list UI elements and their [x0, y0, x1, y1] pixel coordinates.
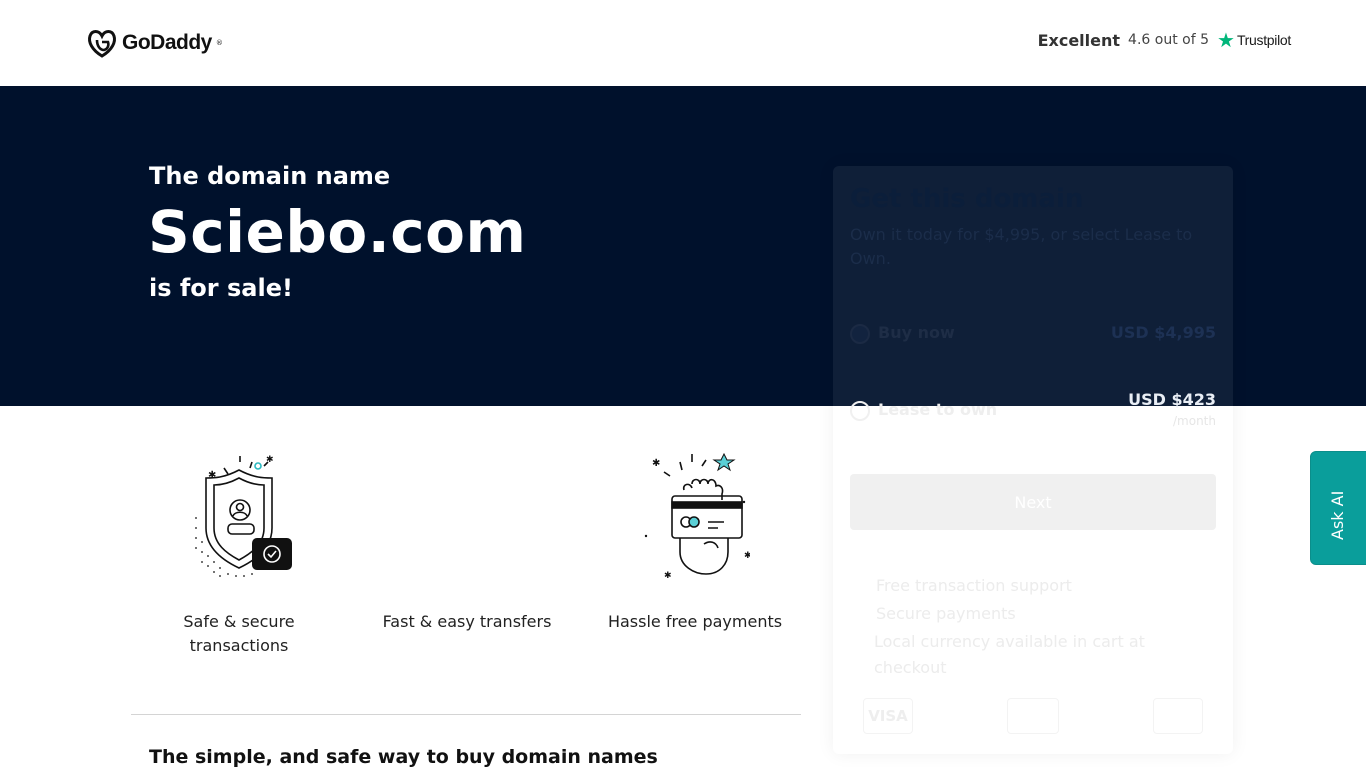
trustpilot-name: Trustpilot — [1236, 32, 1291, 48]
svg-text:✱: ✱ — [664, 571, 672, 581]
feature-item: Free transaction support — [876, 576, 1072, 595]
shield-check-icon: ✱ ✱ — [195, 455, 292, 577]
godaddy-logo[interactable]: GoDaddy ® — [86, 28, 223, 58]
option-price: USD $4,995 — [1110, 323, 1216, 342]
trustpilot-rating[interactable]: Excellent 4.6 out of 5 ★ Trustpilot — [1037, 30, 1292, 50]
amex-logo — [1007, 698, 1059, 734]
svg-text:✱: ✱ — [266, 455, 274, 465]
card-title: Get this domain — [850, 184, 1084, 214]
svg-text:✱: ✱ — [652, 458, 660, 469]
option-label: Buy now — [878, 323, 955, 342]
feature-item: Local currency available in cart at chec… — [874, 632, 1145, 677]
perk-label: Fast & easy transfers — [382, 612, 552, 631]
hero-posttitle: is for sale! — [149, 274, 293, 302]
radio-icon[interactable] — [850, 401, 870, 421]
section-title: The simple, and safe way to buy domain n… — [149, 746, 658, 768]
svg-text:✱: ✱ — [208, 470, 216, 481]
section-divider — [131, 714, 801, 715]
card-subtitle: Own it today for $4,995, or select Lease… — [850, 225, 1193, 268]
card-hand-icon: ✱ ✱ ✱ — [644, 452, 750, 581]
svg-text:✱: ✱ — [744, 551, 750, 561]
perk-safe-secure: ✱ ✱ Safe & secure transactions — [139, 448, 339, 655]
hero-pretitle: The domain name — [149, 162, 391, 190]
discover-logo — [1153, 698, 1203, 734]
option-unit: /month — [1173, 414, 1216, 428]
next-button[interactable]: Next — [850, 474, 1216, 530]
purchase-card: Get this domain Own it today for $4,995,… — [833, 166, 1233, 754]
perk-fast-transfers: Fast & easy transfers — [367, 448, 567, 631]
logo-text: GoDaddy — [122, 31, 212, 54]
visa-logo: VISA — [863, 698, 913, 734]
perk-label: Hassle free payments — [607, 612, 783, 631]
ask-ai-button[interactable]: Ask AI — [1310, 451, 1366, 565]
option-label: Lease to own — [878, 400, 998, 419]
logo-tm: ® — [215, 39, 223, 47]
hero-domain-name: Sciebo.com — [148, 198, 527, 266]
option-lease-to-own[interactable]: Lease to own USD $423 /month — [850, 390, 1216, 430]
radio-icon[interactable] — [850, 324, 870, 344]
top-bar: GoDaddy ® Excellent 4.6 out of 5 ★ Trustp… — [0, 0, 1366, 86]
option-buy-now[interactable]: Buy now USD $4,995 — [850, 320, 1216, 360]
ask-ai-label: Ask AI — [1328, 490, 1347, 540]
feature-item: Secure payments — [876, 604, 1016, 623]
trust-rating-word: Excellent — [1037, 30, 1121, 50]
perk-label: Safe & secure transactions — [183, 612, 295, 655]
transfer-icon — [412, 448, 522, 584]
star-icon: ★ — [1217, 28, 1235, 52]
trustpilot-brand: ★ Trustpilot — [1217, 30, 1291, 50]
perk-hassle-free-payments: ✱ ✱ ✱ Hassle free payments — [595, 448, 795, 631]
godaddy-logo-icon — [88, 30, 116, 58]
trust-rating-score: 4.6 out of 5 — [1128, 32, 1209, 48]
option-price: USD $423 — [1128, 390, 1216, 409]
